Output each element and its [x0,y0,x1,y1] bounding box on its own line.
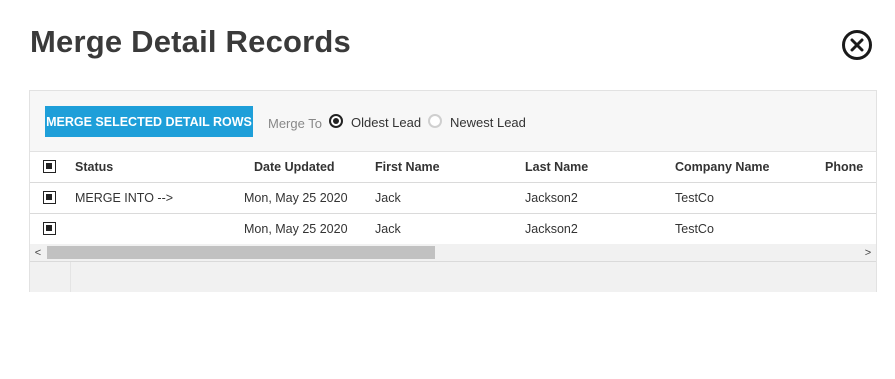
cell-first-name: Jack [375,191,401,205]
scroll-left-arrow-icon[interactable]: < [30,244,46,261]
column-header-last-name[interactable]: Last Name [525,160,588,174]
scroll-right-arrow-icon[interactable]: > [860,244,876,261]
footer-divider [70,262,71,292]
scrollbar-thumb[interactable] [47,246,435,259]
toolbar: MERGE SELECTED DETAIL ROWS Merge To Olde… [30,91,876,152]
radio-oldest-lead[interactable] [329,114,343,128]
cell-first-name: Jack [375,222,401,236]
cell-last-name: Jackson2 [525,191,578,205]
table-row[interactable]: MERGE INTO --> Mon, May 25 2020 Jack Jac… [30,183,876,214]
column-header-first-name[interactable]: First Name [375,160,440,174]
column-header-phone[interactable]: Phone [825,160,863,174]
close-icon [850,38,864,52]
grid-footer [30,262,876,292]
cell-company-name: TestCo [675,191,714,205]
close-button[interactable] [842,30,872,60]
dialog-title: Merge Detail Records [30,24,351,59]
merge-panel: MERGE SELECTED DETAIL ROWS Merge To Olde… [29,90,877,292]
merge-to-label: Merge To [268,116,322,131]
column-header-company-name[interactable]: Company Name [675,160,769,174]
horizontal-scrollbar[interactable]: < > [30,244,876,262]
merge-selected-rows-button[interactable]: MERGE SELECTED DETAIL ROWS [45,106,253,137]
cell-status: MERGE INTO --> [75,191,174,205]
column-header-status[interactable]: Status [75,160,113,174]
row-checkbox[interactable] [43,222,56,235]
cell-date-updated: Mon, May 25 2020 [244,222,348,236]
grid-header: Status Date Updated First Name Last Name… [30,152,876,183]
row-checkbox[interactable] [43,191,56,204]
cell-last-name: Jackson2 [525,222,578,236]
radio-newest-lead[interactable] [428,114,442,128]
radio-label-oldest-lead[interactable]: Oldest Lead [351,115,421,130]
cell-company-name: TestCo [675,222,714,236]
column-header-date-updated[interactable]: Date Updated [254,160,335,174]
cell-date-updated: Mon, May 25 2020 [244,191,348,205]
select-all-checkbox[interactable] [43,160,56,173]
radio-label-newest-lead[interactable]: Newest Lead [450,115,526,130]
table-row[interactable]: Mon, May 25 2020 Jack Jackson2 TestCo [30,214,876,245]
